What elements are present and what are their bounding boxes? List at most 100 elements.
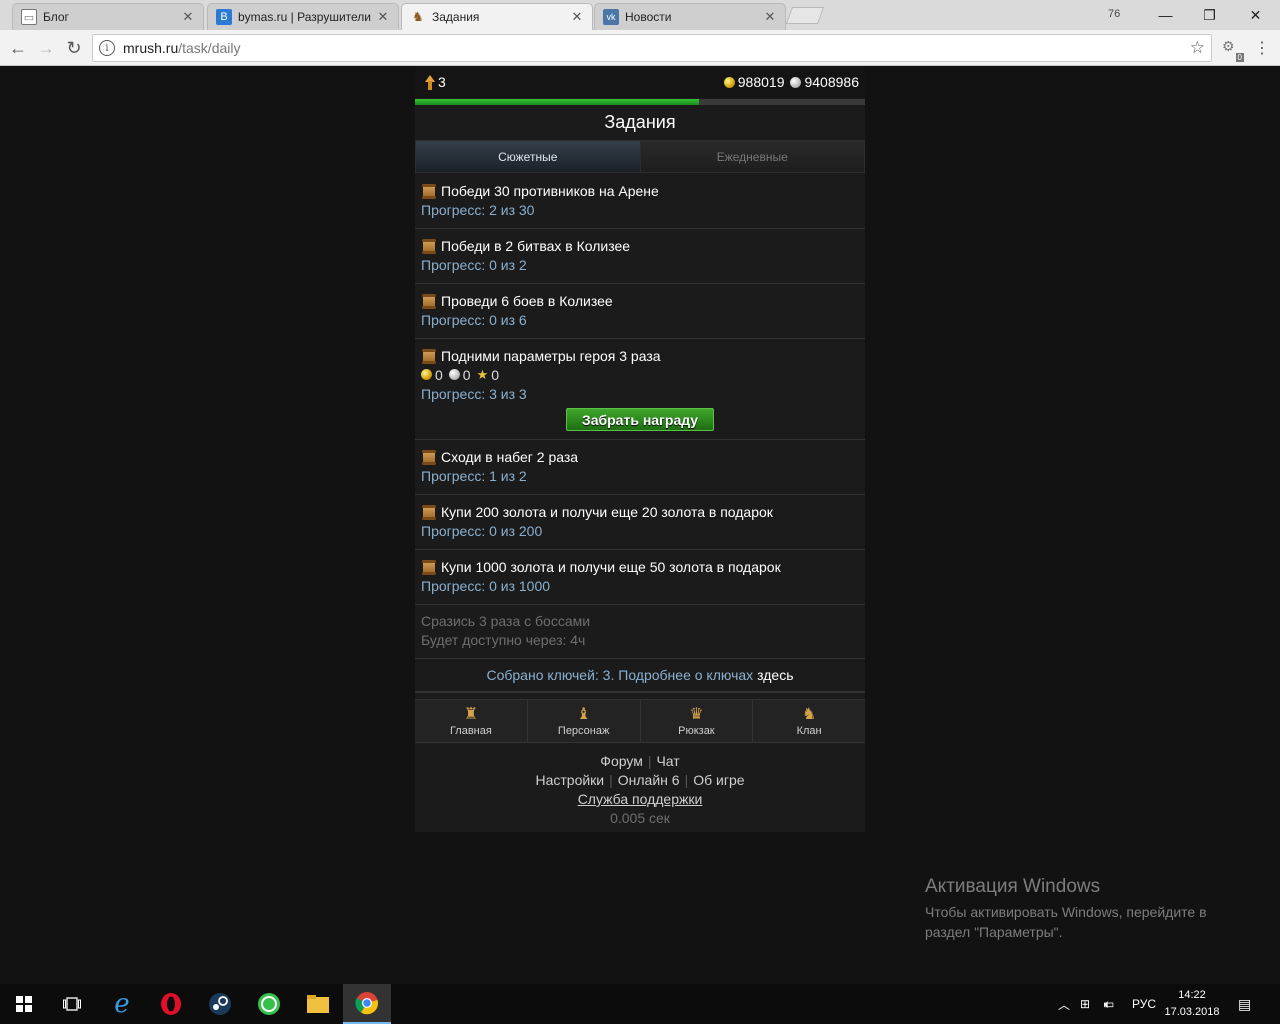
extension-count: 0 bbox=[1235, 53, 1244, 62]
back-icon[interactable]: ← bbox=[6, 36, 30, 60]
bottom-navigation: ♜ Главная ♝ Персонаж ♛ Рюкзак ♞ Клан bbox=[415, 699, 865, 743]
keys-info: Собрано ключей: 3. Подробнее о ключах зд… bbox=[415, 659, 865, 693]
volume-icon[interactable]: 🔈︎ bbox=[1104, 984, 1111, 1024]
task-item: Победи в 2 битвах в Колизее Прогресс: 0 … bbox=[415, 229, 865, 284]
tab-title: Новости bbox=[625, 10, 672, 24]
nav-home[interactable]: ♜ Главная bbox=[415, 700, 528, 742]
task-progress: Прогресс: 1 из 2 bbox=[421, 468, 527, 484]
browser-tab-bymas[interactable]: B bymas.ru | Разрушители ✕ bbox=[207, 3, 399, 30]
notifications-icon[interactable]: ▤ bbox=[1238, 984, 1251, 1024]
info-icon[interactable]: i bbox=[99, 40, 115, 56]
close-icon[interactable]: ✕ bbox=[181, 9, 195, 25]
task-rewards: 0 0 ★ 0 bbox=[421, 365, 859, 384]
whatsapp-icon[interactable] bbox=[245, 984, 293, 1024]
extension-icon[interactable]: ⚙ 0 bbox=[1222, 38, 1244, 62]
task-item: Сходи в набег 2 раза Прогресс: 1 из 2 bbox=[415, 440, 865, 495]
reward-star: 0 bbox=[491, 366, 500, 383]
experience-bar-fill bbox=[415, 99, 699, 105]
close-icon[interactable]: ✕ bbox=[376, 9, 390, 25]
tab-story[interactable]: Сюжетные bbox=[416, 141, 641, 172]
task-progress: Прогресс: 3 из 3 bbox=[421, 386, 527, 402]
address-bar[interactable]: i mrush.ru/task/daily ☆ bbox=[92, 34, 1212, 62]
language-indicator[interactable]: РУС bbox=[1132, 984, 1156, 1024]
nav-label: Персонаж bbox=[557, 725, 610, 737]
claim-reward-button[interactable]: Забрать награду bbox=[566, 408, 714, 431]
opera-icon[interactable] bbox=[147, 984, 195, 1024]
minimize-button[interactable]: — bbox=[1143, 0, 1188, 30]
reload-icon[interactable]: ↻ bbox=[62, 36, 86, 60]
task-item: Купи 200 золота и получи еще 20 золота в… bbox=[415, 495, 865, 550]
task-item: Купи 1000 золота и получи еще 50 золота … bbox=[415, 550, 865, 605]
silver-coin-icon bbox=[448, 369, 460, 380]
tab-daily[interactable]: Ежедневные bbox=[640, 141, 864, 172]
lion-icon: ♞ bbox=[801, 706, 817, 723]
file-explorer-icon[interactable] bbox=[294, 984, 342, 1024]
tab-title: bymas.ru | Разрушители bbox=[238, 10, 371, 24]
nav-character[interactable]: ♝ Персонаж bbox=[528, 700, 641, 742]
windows-start-icon[interactable] bbox=[0, 984, 48, 1024]
online-link[interactable]: Онлайн 6 bbox=[618, 772, 680, 788]
keys-link[interactable]: здесь bbox=[757, 667, 793, 683]
experience-bar bbox=[415, 99, 865, 105]
level-indicator: 3 bbox=[425, 74, 446, 90]
nav-label: Клан bbox=[796, 725, 822, 737]
user-badge[interactable]: 76 bbox=[1108, 8, 1120, 20]
task-name: Купи 200 золота и получи еще 20 золота в… bbox=[441, 504, 773, 520]
task-progress: Прогресс: 0 из 1000 bbox=[421, 578, 551, 594]
gold-coin-icon bbox=[723, 76, 735, 88]
b-icon: B bbox=[216, 9, 232, 25]
windows-taskbar: e ︿ ⊞ ▭ 🔈︎ РУС 14:22 17.03.2018 ▤ bbox=[0, 984, 1280, 1024]
browser-tab-blog[interactable]: ▭ Блог ✕ bbox=[12, 3, 204, 30]
about-link[interactable]: Об игре bbox=[693, 772, 744, 788]
nav-backpack[interactable]: ♛ Рюкзак bbox=[641, 700, 754, 742]
chrome-icon[interactable] bbox=[343, 984, 391, 1024]
task-progress: Прогресс: 0 из 200 bbox=[421, 523, 543, 539]
edge-icon[interactable]: e bbox=[98, 984, 146, 1024]
task-name: Проведи 6 боев в Колизее bbox=[441, 293, 613, 309]
settings-link[interactable]: Настройки bbox=[535, 772, 604, 788]
watermark-line: Чтобы активировать Windows, перейдите в bbox=[925, 904, 1207, 920]
close-icon[interactable]: ✕ bbox=[570, 9, 584, 25]
task-item: Победи 30 противников на Арене Прогресс:… bbox=[415, 174, 865, 229]
forward-icon[interactable]: → bbox=[34, 36, 58, 60]
scroll-icon bbox=[422, 449, 436, 465]
browser-tab-news[interactable]: vk Новости ✕ bbox=[594, 3, 786, 30]
clock-date: 17.03.2018 bbox=[1164, 1006, 1220, 1018]
close-window-button[interactable]: ✕ bbox=[1233, 0, 1278, 30]
star-icon: ★ bbox=[476, 366, 489, 382]
steam-icon[interactable] bbox=[196, 984, 244, 1024]
game-page: 3 988019 9408986 Задания Сюжетные Ежедне… bbox=[415, 66, 865, 832]
level-arrow-icon bbox=[425, 74, 435, 90]
network-icon[interactable]: ⊞ bbox=[1080, 984, 1090, 1024]
windows-activation-watermark: Активация Windows Чтобы активировать Win… bbox=[925, 876, 1207, 942]
task-progress: Прогресс: 0 из 2 bbox=[421, 257, 527, 273]
browser-tab-strip: ▭ Блог ✕ B bymas.ru | Разрушители ✕ ♞ За… bbox=[0, 0, 1280, 30]
browser-toolbar: ← → ↻ i mrush.ru/task/daily ☆ ⚙ 0 ⋮ bbox=[0, 30, 1280, 66]
castle-icon: ♜ bbox=[463, 706, 479, 723]
reward-silver: 0 bbox=[462, 366, 471, 383]
task-name: Подними параметры героя 3 раза bbox=[441, 348, 661, 364]
url-path: /task/daily bbox=[178, 40, 241, 56]
scroll-icon bbox=[422, 348, 436, 364]
footer: Форум | Чат Настройки | Онлайн 6 | Об игре Слу… bbox=[415, 752, 865, 828]
task-name: Победи в 2 битвах в Колизее bbox=[441, 238, 631, 254]
chat-link[interactable]: Чат bbox=[656, 753, 679, 769]
keys-text: Собрано ключей: 3. Подробнее о ключах bbox=[486, 667, 754, 683]
tray-overflow-icon[interactable]: ︿ bbox=[1058, 984, 1070, 1024]
task-name: Сходи в набег 2 раза bbox=[441, 449, 579, 465]
new-tab-button[interactable] bbox=[785, 7, 825, 24]
forum-link[interactable]: Форум bbox=[600, 753, 643, 769]
close-icon[interactable]: ✕ bbox=[763, 9, 777, 25]
scroll-icon bbox=[422, 293, 436, 309]
restore-button[interactable]: ❐ bbox=[1187, 0, 1232, 30]
bookmark-star-icon[interactable]: ☆ bbox=[1190, 38, 1205, 58]
level-value: 3 bbox=[438, 74, 446, 90]
support-link[interactable]: Служба поддержки bbox=[578, 791, 703, 807]
browser-tab-tasks[interactable]: ♞ Задания ✕ bbox=[401, 3, 593, 30]
taskbar-clock[interactable]: 14:22 17.03.2018 bbox=[1160, 987, 1224, 1021]
locked-task-timer: Будет доступно через: 4ч bbox=[421, 632, 586, 648]
nav-clan[interactable]: ♞ Клан bbox=[753, 700, 865, 742]
task-name: Купи 1000 золота и получи еще 50 золота … bbox=[441, 559, 781, 575]
menu-icon[interactable]: ⋮ bbox=[1254, 38, 1270, 58]
task-view-icon[interactable] bbox=[48, 984, 96, 1024]
